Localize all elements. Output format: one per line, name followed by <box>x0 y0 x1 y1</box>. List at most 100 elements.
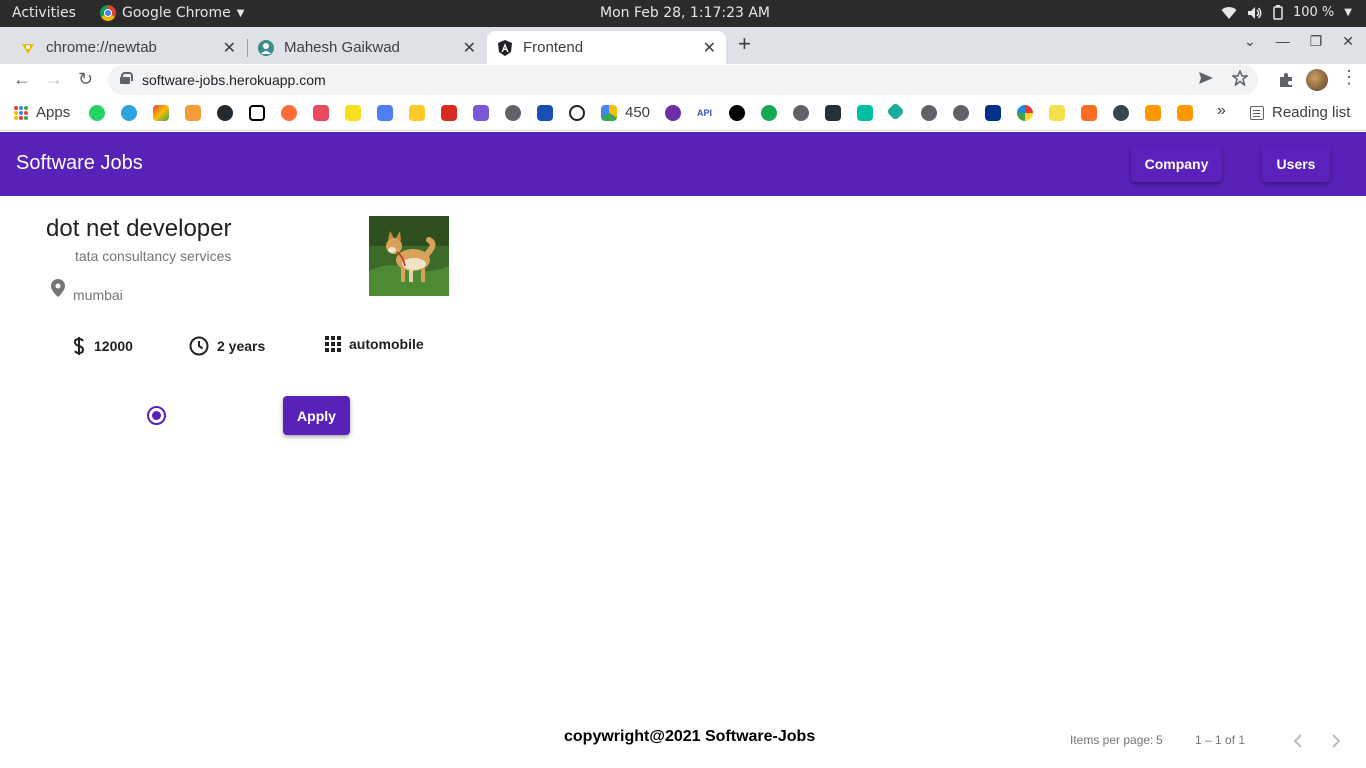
tab-frontend[interactable]: Frontend ✕ <box>487 31 726 64</box>
gmail-icon[interactable] <box>153 105 169 121</box>
restore-icon[interactable]: ❐ <box>1310 33 1323 50</box>
close-window-icon[interactable]: ✕ <box>1342 33 1354 50</box>
url-text: software-jobs.herokuapp.com <box>142 72 326 88</box>
salary-info: 12000 <box>72 336 133 356</box>
tab-title: Frontend <box>523 39 584 56</box>
edit-icon[interactable] <box>1049 105 1065 121</box>
phpmyadmin-icon[interactable] <box>185 105 201 121</box>
chevron-right-icon[interactable] <box>1331 733 1343 749</box>
category-value: automobile <box>349 336 424 352</box>
telegram-icon[interactable] <box>121 105 137 121</box>
tab-search-icon[interactable]: ⌄ <box>1244 33 1256 50</box>
newtab-favicon-icon <box>22 43 34 54</box>
bookmarks-overflow-icon[interactable]: » <box>1217 102 1226 120</box>
paypal-icon[interactable] <box>985 105 1001 121</box>
heroku-icon[interactable] <box>473 105 489 121</box>
caret-down-icon: ▼ <box>1344 7 1352 18</box>
app-title[interactable]: Software Jobs <box>16 152 143 175</box>
eye-icon[interactable] <box>1113 105 1129 121</box>
notion-icon[interactable] <box>249 105 265 121</box>
select-job-radio[interactable] <box>147 406 166 425</box>
app-menu-label: Google Chrome <box>122 5 231 21</box>
copyright-text: copywright@2021 Software-Jobs <box>564 728 816 745</box>
m-app-icon[interactable] <box>857 105 873 121</box>
company-button[interactable]: Company <box>1131 146 1222 182</box>
job-image <box>369 216 449 296</box>
bolt-icon[interactable] <box>313 105 329 121</box>
reload-icon[interactable]: ↻ <box>78 69 93 90</box>
docs-icon[interactable] <box>377 105 393 121</box>
globe-icon[interactable] <box>921 105 937 121</box>
system-clock[interactable]: Mon Feb 28, 1:17:23 AM <box>600 5 770 21</box>
reading-list-label: Reading list <box>1272 104 1351 121</box>
tab-newtab[interactable]: chrome://newtab ✕ <box>10 31 246 64</box>
graphql-icon[interactable] <box>665 105 681 121</box>
wifi-icon <box>1221 6 1237 19</box>
close-tab-icon[interactable]: ✕ <box>703 38 716 58</box>
arrow-app-icon[interactable] <box>537 105 553 121</box>
redis-icon[interactable] <box>441 105 457 121</box>
lock-icon[interactable] <box>120 72 133 84</box>
minimize-icon[interactable]: — <box>1276 33 1290 50</box>
firebase-icon[interactable] <box>409 105 425 121</box>
box-icon[interactable] <box>1145 105 1161 121</box>
bookmarks-bar: Apps 450 API » Reading list <box>0 96 1366 131</box>
activities-button[interactable]: Activities <box>12 5 76 21</box>
gitlab-icon[interactable] <box>1081 105 1097 121</box>
mongodb-icon[interactable] <box>761 105 777 121</box>
globe-icon[interactable] <box>953 105 969 121</box>
close-tab-icon[interactable]: ✕ <box>463 38 476 58</box>
api-icon[interactable]: API <box>697 105 713 121</box>
bookmark-apps[interactable]: Apps <box>14 104 70 121</box>
vercel-icon[interactable] <box>729 105 745 121</box>
items-per-page-select[interactable]: 5 <box>1156 733 1163 747</box>
system-tray[interactable]: 100 % ▼ <box>1221 5 1352 20</box>
close-tab-icon[interactable]: ✕ <box>223 38 236 58</box>
globe-icon[interactable] <box>505 105 521 121</box>
apply-button[interactable]: Apply <box>283 396 350 435</box>
share-icon[interactable] <box>1198 70 1214 86</box>
system-top-bar: Activities Google Chrome ▼ Mon Feb 28, 1… <box>0 0 1366 27</box>
caret-down-icon: ▼ <box>236 7 245 19</box>
reading-list-button[interactable]: Reading list <box>1250 104 1350 121</box>
whatsapp-icon[interactable] <box>89 105 105 121</box>
battery-icon <box>1273 5 1283 20</box>
terminal-icon[interactable] <box>825 105 841 121</box>
tab-strip: chrome://newtab ✕ Mahesh Gaikwad ✕ Front… <box>0 27 1366 64</box>
window-controls: ⌄ — ❐ ✕ <box>1244 33 1354 50</box>
bookmark-count-label[interactable]: 450 <box>625 104 650 121</box>
sync-icon[interactable] <box>569 105 585 121</box>
salary-value: 12000 <box>94 338 133 354</box>
forward-icon[interactable]: → <box>45 69 63 90</box>
location-pin-icon <box>51 279 65 297</box>
c-app-icon[interactable] <box>1017 105 1033 121</box>
users-button[interactable]: Users <box>1262 146 1330 182</box>
new-tab-button[interactable]: + <box>738 31 751 57</box>
back-icon[interactable]: ← <box>13 69 31 90</box>
profile-avatar[interactable] <box>1306 69 1328 91</box>
tab-mahesh-gaikwad[interactable]: Mahesh Gaikwad ✕ <box>248 31 486 64</box>
diamond-icon[interactable] <box>886 102 905 121</box>
address-bar[interactable]: software-jobs.herokuapp.com <box>108 65 1258 95</box>
experience-info: 2 years <box>189 336 265 356</box>
experience-value: 2 years <box>217 338 266 354</box>
bookmark-star-icon[interactable] <box>1232 70 1248 86</box>
google-drive-icon[interactable] <box>601 105 617 121</box>
job-location: mumbai <box>73 287 123 303</box>
postman-icon[interactable] <box>281 105 297 121</box>
bookmark-apps-label: Apps <box>36 104 71 121</box>
github-icon[interactable] <box>217 105 233 121</box>
app-menu[interactable]: Google Chrome ▼ <box>100 5 244 21</box>
code-icon[interactable] <box>345 105 361 121</box>
dollar-icon <box>73 337 85 355</box>
chevron-left-icon[interactable] <box>1291 733 1303 749</box>
battery-percent: 100 % <box>1292 5 1335 20</box>
volume-icon <box>1247 6 1262 19</box>
chrome-menu-icon[interactable]: ⋮ <box>1340 67 1358 88</box>
browser-toolbar: ← → ↻ software-jobs.herokuapp.com ⋮ <box>0 64 1366 96</box>
profile-favicon-icon <box>258 39 274 56</box>
tab-title: chrome://newtab <box>46 39 157 56</box>
globe-icon[interactable] <box>793 105 809 121</box>
extensions-icon[interactable] <box>1278 72 1294 88</box>
box-icon[interactable] <box>1177 105 1193 121</box>
